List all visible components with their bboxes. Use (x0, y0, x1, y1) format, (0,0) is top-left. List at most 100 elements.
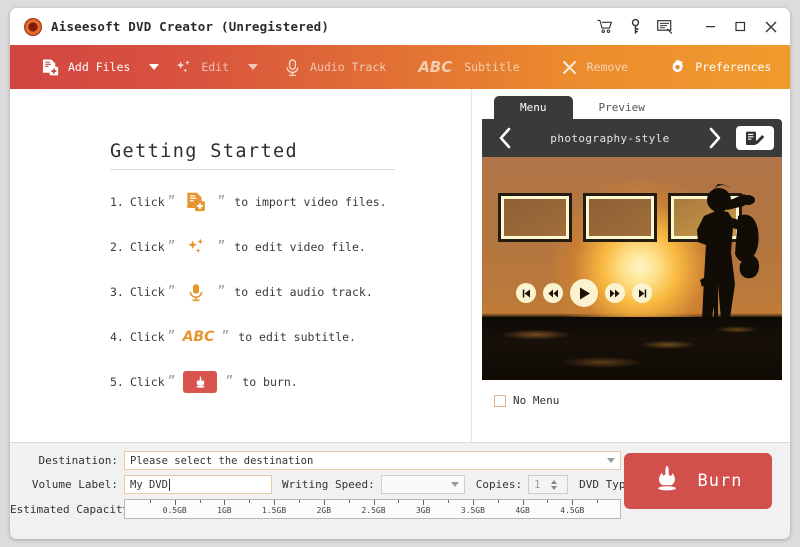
microphone-icon (178, 281, 214, 303)
key-icon[interactable] (627, 18, 643, 35)
tab-menu[interactable]: Menu (494, 96, 573, 119)
volume-label-value: My DVD (130, 478, 168, 491)
toolbar-subtitle-label: Subtitle (464, 60, 520, 74)
quote-close: ” (217, 239, 226, 254)
chevron-down-icon[interactable] (607, 458, 615, 463)
tab-preview[interactable]: Preview (572, 96, 671, 119)
quote-open: ” (167, 194, 176, 209)
capacity-tick-minor (398, 500, 400, 503)
menu-thumbnail-2[interactable] (583, 193, 657, 242)
capacity-tick-label: 0.5GB (162, 506, 187, 515)
edit-menu-icon[interactable] (736, 126, 774, 150)
rewind-button[interactable] (543, 283, 563, 303)
capacity-tick-minor (298, 500, 300, 503)
capacity-tick-major (373, 500, 375, 505)
no-menu-row[interactable]: No Menu (482, 380, 782, 407)
capacity-tick-major (522, 500, 524, 505)
preview-playback-controls (516, 279, 652, 307)
step-click-word: Click (130, 284, 165, 299)
capacity-row: Estimated Capacity: 0.5GB 1GB 1.5GB 2GB 2.5G… (10, 499, 621, 519)
capacity-tick-label: 3GB (415, 506, 431, 515)
edit-dropdown-caret[interactable] (248, 64, 259, 70)
fast-forward-button[interactable] (605, 283, 625, 303)
quote-open: ” (167, 239, 176, 254)
quote-close: ” (225, 374, 234, 389)
copies-stepper[interactable]: 1 (528, 475, 569, 494)
step-text: to edit audio track. (234, 284, 373, 299)
capacity-tick-major (224, 500, 226, 505)
capacity-tick-minor (149, 500, 151, 503)
gear-icon (668, 58, 687, 77)
step-number: 2. (110, 239, 124, 254)
step-number: 1. (110, 194, 124, 209)
burn-button-label: Burn (697, 471, 743, 491)
burn-flame-icon (178, 370, 222, 393)
writing-speed-select[interactable] (380, 475, 465, 494)
getting-started-step-3: 3. Click ” ” to edit audio track. (110, 276, 410, 307)
quote-close: ” (217, 284, 226, 299)
abc-subtitle-icon: ABC (418, 58, 453, 76)
toolbar-preferences-label: Preferences (695, 60, 772, 74)
capacity-tick-label: 3.5GB (460, 506, 485, 515)
getting-started-step-1: 1. Click ” ” to import video files. (110, 186, 410, 217)
step-text: to import video files. (234, 194, 387, 209)
capacity-tick-label: 4GB (515, 506, 530, 515)
abc-subtitle-icon: ABC (182, 328, 215, 345)
burn-button[interactable]: Burn (624, 453, 772, 509)
next-track-button[interactable] (632, 283, 652, 303)
burn-settings-panel: Destination: Please select the destinati… (10, 442, 790, 539)
getting-started-step-2: 2. Click ” ” to edit video file. (110, 231, 410, 262)
copies-value: 1 (534, 478, 541, 491)
spinner-arrows-icon[interactable] (551, 479, 562, 490)
chevron-down-icon[interactable] (450, 482, 459, 487)
add-files-dropdown-caret[interactable] (149, 64, 160, 70)
capacity-tick-major (323, 500, 325, 505)
volume-label-input[interactable]: My DVD (124, 475, 272, 494)
menu-preview-image[interactable] (482, 157, 782, 380)
capacity-tick-major (423, 500, 425, 505)
capacity-tick-minor (547, 500, 549, 503)
menu-thumbnail-1[interactable] (498, 193, 572, 242)
toolbar-audio-track[interactable]: Audio Track (274, 45, 395, 89)
play-button[interactable] (570, 279, 598, 307)
step-click-word: Click (130, 329, 165, 344)
step-number: 3. (110, 284, 124, 299)
menu-preview-tabs: Menu Preview (482, 95, 782, 119)
capacity-label: Estimated Capacity: (10, 502, 136, 516)
quote-close: ” (221, 329, 230, 344)
title-bar-actions (597, 18, 778, 35)
edit-star-icon (178, 236, 214, 258)
capacity-tick-minor (199, 500, 201, 503)
capacity-tick-major (274, 500, 276, 505)
volume-label-label: Volume Label: (31, 478, 118, 491)
destination-select[interactable]: Please select the destination (124, 451, 621, 470)
toolbar-add-files[interactable]: Add Files (32, 45, 139, 89)
quote-open: ” (167, 329, 176, 344)
quote-open: ” (167, 284, 176, 299)
chevron-right-icon[interactable] (700, 123, 730, 153)
capacity-tick-major (572, 500, 574, 505)
chevron-left-icon[interactable] (490, 123, 520, 153)
no-menu-checkbox[interactable] (494, 394, 506, 407)
toolbar-remove[interactable]: Remove (551, 45, 638, 89)
destination-label: Destination: (38, 454, 118, 467)
toolbar-subtitle[interactable]: ABC Subtitle (409, 45, 528, 89)
cart-icon[interactable] (597, 19, 613, 35)
step-click-word: Click (130, 194, 165, 209)
minimize-button[interactable] (703, 19, 718, 34)
toolbar-edit[interactable]: Edit (165, 45, 238, 89)
feedback-icon[interactable] (657, 19, 673, 35)
getting-started-step-4: 4. Click ” ABC ” to edit subtitle. (110, 321, 410, 352)
close-button[interactable] (763, 19, 778, 34)
quote-open: ” (167, 374, 176, 389)
app-window: Aiseesoft DVD Creator (Unregistered) Add… (10, 8, 790, 539)
getting-started-pane: Getting Started 1. Click ” ” to import v… (10, 89, 472, 442)
microphone-icon (283, 58, 302, 77)
maximize-button[interactable] (733, 19, 748, 34)
estimated-capacity-ruler: 0.5GB 1GB 1.5GB 2GB 2.5GB 3GB 3.5GB 4GB 4.5GB (124, 499, 621, 519)
capacity-tick-minor (597, 500, 599, 503)
capacity-tick-label: 2GB (316, 506, 332, 515)
toolbar-preferences[interactable]: Preferences (659, 45, 780, 89)
title-divider (110, 169, 395, 170)
prev-track-button[interactable] (516, 283, 536, 303)
